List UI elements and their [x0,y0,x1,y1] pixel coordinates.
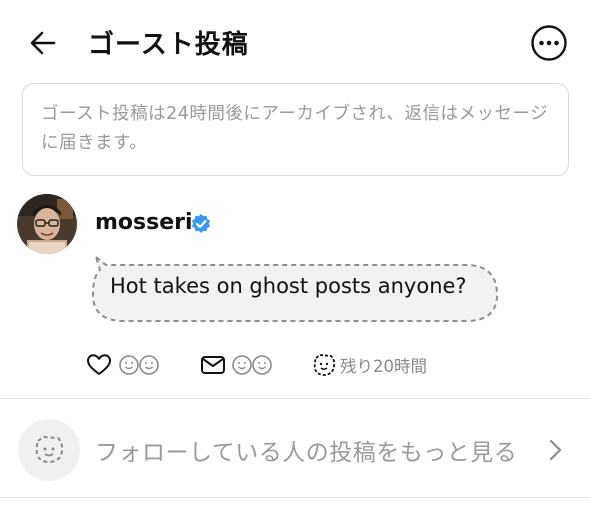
heart-icon [87,354,111,375]
reply-message-button[interactable] [200,345,226,385]
avatar-photo [17,194,77,254]
see-more-label: フォローしている人の投稿をもっと見る [95,440,518,466]
ghost-face-icon [35,436,64,463]
ghost-post-bubble[interactable]: Hot takes on ghost posts anyone? [86,252,506,327]
like-reactions[interactable] [118,345,162,385]
reply-reactions[interactable] [231,345,275,385]
ghost-post-notice: ゴースト投稿は24時間後にアーカイブされ、返信はメッセージに届きます。 [22,83,569,176]
more-options-icon [531,25,567,61]
ghost-timer-indicator [311,345,337,385]
post-text: Hot takes on ghost posts anyone? [110,274,467,298]
verified-badge-icon [191,214,211,233]
ghost-timer-icon [313,354,336,376]
envelope-icon [201,356,225,374]
chevron-right-icon [549,439,562,461]
avatar[interactable] [17,194,77,254]
ghost-avatar-placeholder [18,419,80,481]
more-options-button[interactable] [528,22,570,64]
back-button[interactable] [22,22,64,64]
back-arrow-icon [30,31,56,55]
post-actions-row: 残り20時間 [0,345,590,385]
username[interactable]: mosseri [95,210,193,235]
page-title: ゴースト投稿 [88,30,249,60]
time-remaining: 残り20時間 [340,357,427,376]
see-more-posts-row[interactable]: フォローしている人の投稿をもっと見る [0,399,590,497]
reaction-faces-icon [232,355,272,375]
divider [0,497,590,498]
like-button[interactable] [86,345,112,385]
header-bar: ゴースト投稿 [0,0,590,84]
reaction-faces-icon [119,355,159,375]
